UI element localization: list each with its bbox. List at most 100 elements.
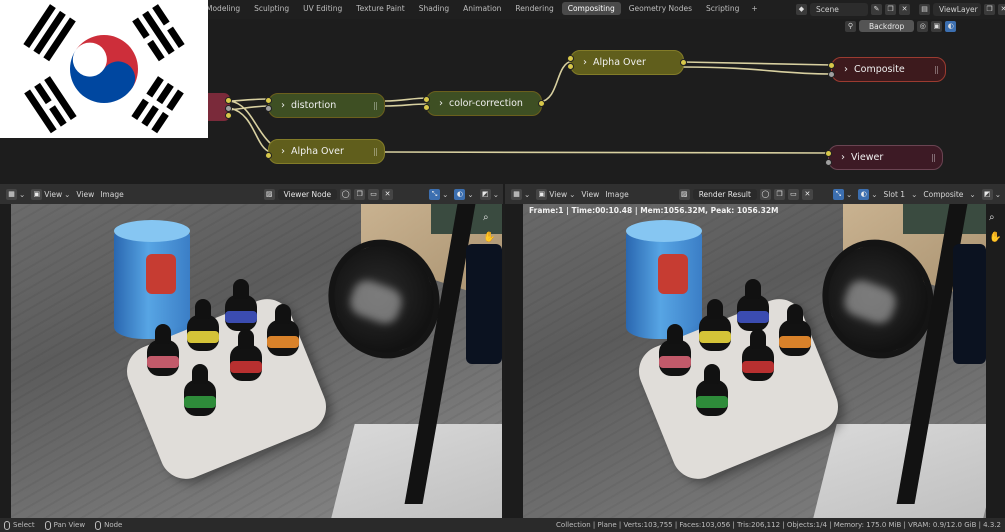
shield-icon[interactable]: ◯ bbox=[340, 188, 352, 200]
status-pan-view: Pan View bbox=[44, 520, 85, 530]
view-mode-selector[interactable]: ▣ View ⌄ bbox=[536, 188, 575, 200]
menu-view[interactable]: View bbox=[581, 190, 599, 199]
node-alpha-over-top[interactable]: › Alpha Over bbox=[567, 50, 687, 75]
hand-icon[interactable]: ✋ bbox=[989, 232, 1001, 243]
magnifier-icon[interactable]: ⌕ bbox=[483, 212, 489, 223]
folder-icon[interactable]: ▭ bbox=[368, 188, 380, 200]
gizmo-toggle[interactable]: ⤡ ⌄ bbox=[832, 188, 852, 200]
duplicate-icon[interactable]: ❐ bbox=[354, 188, 366, 200]
output-socket[interactable] bbox=[225, 112, 232, 119]
view-mode-selector[interactable]: ▣ View ⌄ bbox=[31, 188, 70, 200]
overlays-icon: ◐ bbox=[858, 188, 870, 200]
view-layer-field[interactable]: ViewLayer bbox=[933, 2, 981, 16]
image-datablock: ▨ Viewer Node ◯ ❐ ▭ ✕ bbox=[263, 188, 394, 200]
viewer-node-image[interactable]: ⌕ ✋ bbox=[11, 204, 502, 518]
scene-icon[interactable]: ◆ bbox=[796, 3, 807, 15]
editor-type-selector[interactable]: ▦ ⌄ bbox=[511, 188, 530, 200]
resize-grip-icon[interactable] bbox=[935, 66, 938, 74]
display-channels[interactable]: ◩ ⌄ bbox=[981, 188, 1001, 200]
pin-icon[interactable]: ⚲ bbox=[845, 20, 856, 32]
node-viewer[interactable]: › Viewer bbox=[825, 145, 943, 170]
image-editor-left[interactable]: ▦ ⌄ ▣ View ⌄ View Image ▨ Viewer Node ◯ ❐ ▭… bbox=[0, 184, 503, 518]
image-browse-icon[interactable]: ▨ bbox=[678, 188, 690, 200]
image-editor-right[interactable]: ▦ ⌄ ▣ View ⌄ View Image ▨ Render Result ◯ ❐… bbox=[505, 184, 1005, 518]
output-socket[interactable] bbox=[538, 100, 545, 107]
tab-compositing[interactable]: Compositing bbox=[561, 2, 621, 15]
input-socket[interactable] bbox=[567, 63, 574, 70]
display-channels[interactable]: ◩ ⌄ bbox=[479, 188, 499, 200]
input-socket[interactable] bbox=[825, 150, 832, 157]
channels-icon: ◩ bbox=[981, 188, 993, 200]
slot-selector[interactable]: Slot 1 bbox=[884, 190, 906, 199]
editor-type-selector[interactable]: ▦ ⌄ bbox=[6, 188, 25, 200]
input-socket[interactable] bbox=[265, 97, 272, 104]
backdrop-button[interactable]: Backdrop bbox=[859, 20, 915, 32]
input-socket[interactable] bbox=[265, 105, 272, 112]
menu-view[interactable]: View bbox=[76, 190, 94, 199]
layer-selector[interactable]: Composite bbox=[923, 190, 963, 199]
ink-bottle bbox=[695, 364, 729, 416]
output-socket[interactable] bbox=[225, 105, 232, 112]
image-editor-header: ▦ ⌄ ▣ View ⌄ View Image ▨ Render Result ◯ ❐… bbox=[505, 184, 1005, 204]
view-layer-icon[interactable]: ▤ bbox=[919, 3, 930, 15]
overlays-icon: ◐ bbox=[454, 188, 466, 200]
overlay-toggle[interactable]: ◐ ⌄ bbox=[858, 188, 878, 200]
node-render-layers-partial[interactable] bbox=[208, 93, 232, 121]
scene-name-field[interactable]: Scene bbox=[810, 2, 868, 16]
tab-scripting[interactable]: Scripting bbox=[700, 2, 745, 15]
ink-bottle bbox=[224, 279, 258, 331]
tab-geometry-nodes[interactable]: Geometry Nodes bbox=[623, 2, 698, 15]
folder-icon[interactable]: ▭ bbox=[787, 188, 799, 200]
input-socket[interactable] bbox=[825, 159, 832, 166]
resize-grip-icon[interactable] bbox=[932, 154, 935, 162]
node-distortion[interactable]: › distortion bbox=[265, 93, 385, 118]
menu-image[interactable]: Image bbox=[100, 190, 124, 199]
render-result-image[interactable]: Frame:1 | Time:00:10.48 | Mem:1056.32M, … bbox=[523, 204, 986, 518]
gizmo-icon: ⤡ bbox=[832, 188, 844, 200]
overlay-icon[interactable]: ▣ bbox=[931, 20, 943, 32]
delete-scene-icon[interactable]: ✕ bbox=[899, 3, 910, 15]
new-view-layer-icon[interactable]: ❐ bbox=[984, 3, 995, 15]
overlay-toggle[interactable]: ◐ ⌄ bbox=[454, 188, 474, 200]
tab-sculpting[interactable]: Sculpting bbox=[248, 2, 295, 15]
close-icon[interactable]: ✕ bbox=[801, 188, 813, 200]
gizmo-toggle[interactable]: ⤡ ⌄ bbox=[429, 188, 448, 200]
add-workspace-button[interactable]: + bbox=[747, 2, 761, 15]
delete-view-layer-icon[interactable]: ✕ bbox=[998, 3, 1005, 15]
resize-grip-icon[interactable] bbox=[374, 148, 377, 156]
tab-rendering[interactable]: Rendering bbox=[509, 2, 559, 15]
gizmo-icon[interactable]: ◎ bbox=[917, 20, 929, 32]
menu-image[interactable]: Image bbox=[605, 190, 629, 199]
node-color-correction[interactable]: › color-correction bbox=[423, 91, 545, 116]
duplicate-icon[interactable]: ❐ bbox=[773, 188, 785, 200]
tab-animation[interactable]: Animation bbox=[457, 2, 507, 15]
node-composite[interactable]: › Composite bbox=[828, 57, 946, 82]
chevron-right-icon: › bbox=[281, 146, 285, 157]
image-browse-icon[interactable]: ▨ bbox=[263, 188, 275, 200]
hand-icon[interactable]: ✋ bbox=[483, 232, 495, 243]
input-socket[interactable] bbox=[265, 152, 272, 159]
output-socket[interactable] bbox=[225, 97, 232, 104]
new-scene-icon[interactable]: ❐ bbox=[885, 3, 896, 15]
input-socket[interactable] bbox=[828, 62, 835, 69]
pin-icon[interactable]: ✎ bbox=[871, 3, 882, 15]
image-name-field[interactable]: Render Result bbox=[692, 188, 757, 200]
input-socket[interactable] bbox=[423, 104, 430, 111]
tab-texture-paint[interactable]: Texture Paint bbox=[350, 2, 410, 15]
input-socket[interactable] bbox=[828, 71, 835, 78]
tab-shading[interactable]: Shading bbox=[413, 2, 455, 15]
node-alpha-over-bottom[interactable]: › Alpha Over bbox=[265, 139, 385, 164]
resize-grip-icon[interactable] bbox=[374, 102, 377, 110]
input-socket[interactable] bbox=[423, 96, 430, 103]
close-icon[interactable]: ✕ bbox=[382, 188, 394, 200]
output-socket[interactable] bbox=[680, 59, 687, 66]
magnifier-icon[interactable]: ⌕ bbox=[989, 212, 995, 223]
south-korea-flag bbox=[0, 0, 208, 138]
status-select: Select bbox=[4, 520, 35, 530]
tab-uv-editing[interactable]: UV Editing bbox=[297, 2, 348, 15]
overlays-toggle-icon[interactable]: ◐ bbox=[945, 20, 957, 32]
input-socket[interactable] bbox=[567, 55, 574, 62]
image-name-field[interactable]: Viewer Node bbox=[277, 188, 338, 200]
editor-type-icon: ▦ bbox=[511, 188, 522, 200]
shield-icon[interactable]: ◯ bbox=[759, 188, 771, 200]
